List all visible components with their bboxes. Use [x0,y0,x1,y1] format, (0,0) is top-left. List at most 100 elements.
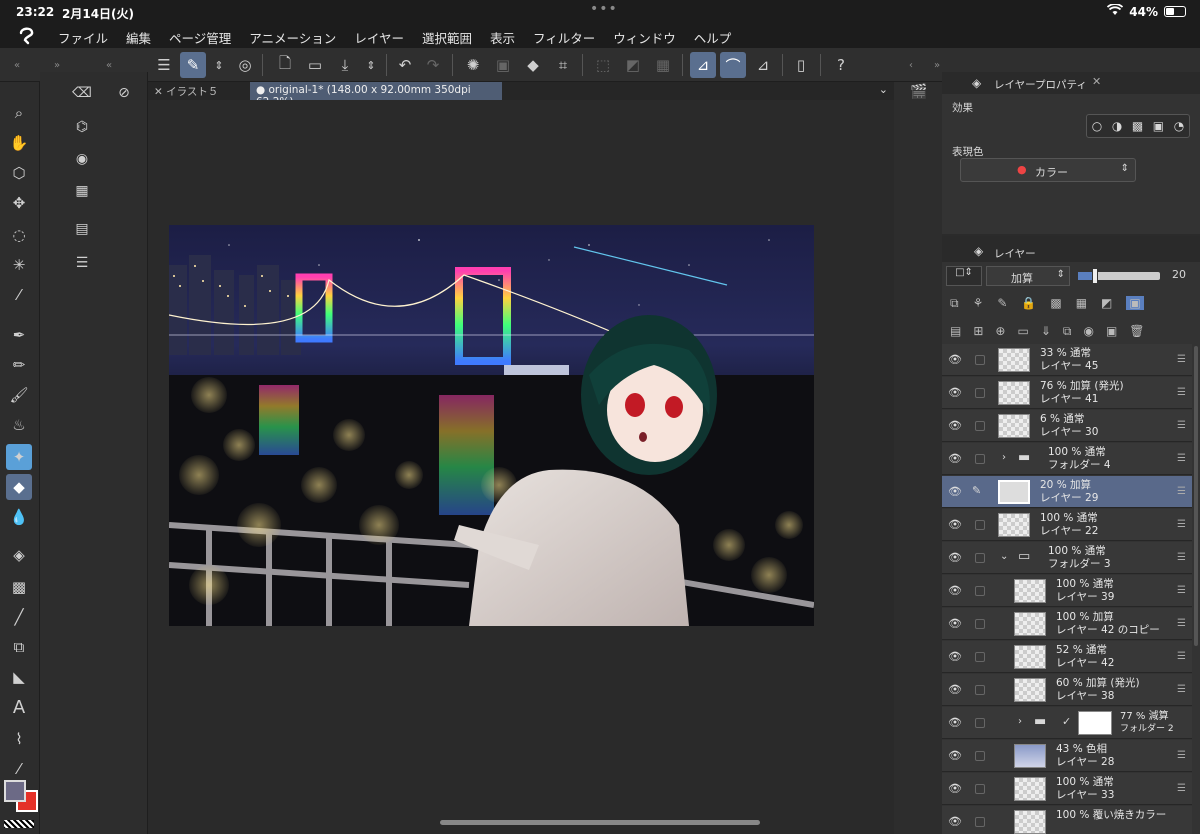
menu-selection[interactable]: 選択範囲 [422,28,472,47]
menu-layer[interactable]: レイヤー [354,28,404,47]
undo-icon[interactable]: ↶ [392,52,418,78]
eyedropper-small-icon[interactable]: ⁄ [6,756,32,782]
fill-icon[interactable]: ◆ [520,52,546,78]
layer-checkbox[interactable] [975,784,985,794]
layer-row[interactable]: 👁 43 % 色相 レイヤー 28 ☰ [942,740,1192,772]
menu-file[interactable]: ファイル [58,28,108,47]
menu-help[interactable]: ヘルプ [694,28,732,47]
mask-icon[interactable]: ▦ [1076,296,1087,310]
eye-icon[interactable]: 👁 [948,419,962,433]
layer-menu-icon[interactable]: ☰ [1177,651,1186,662]
merge-down-icon[interactable]: ⧉ [1063,324,1072,339]
layer-row[interactable]: 👁 100 % 通常 レイヤー 39 ☰ [942,575,1192,607]
blend-mode-select[interactable]: 加算 ⇕ [986,266,1070,286]
opacity-slider[interactable] [1078,268,1160,284]
rough-eraser-icon[interactable]: ▦ [70,180,94,202]
layer-checkbox[interactable] [975,355,985,365]
effect-border-icon[interactable]: ○ [1092,119,1102,133]
transparent-color-swatch[interactable] [4,820,34,828]
brush-tool-icon[interactable]: 🖌 [6,382,32,408]
layer-menu-icon[interactable]: ☰ [1177,354,1186,365]
effect-tone-icon[interactable]: ▩ [1132,119,1143,133]
layer-checkbox[interactable] [975,652,985,662]
layer-menu-icon[interactable]: ☰ [1177,750,1186,761]
ruler-snap-icon[interactable]: ⊿ [690,52,716,78]
tab-illust5[interactable]: ✕ イラスト５ [148,82,250,100]
transfer-down-icon[interactable]: ⇓ [1041,324,1051,338]
layer-menu-icon[interactable]: ☰ [1177,420,1186,431]
layer-row[interactable]: 👁 33 % 通常 レイヤー 45 ☰ [942,344,1192,376]
layer-row[interactable]: 👁 76 % 加算 (発光) レイヤー 41 ☰ [942,377,1192,409]
ref-layer-icon[interactable]: ⚘ [973,296,984,310]
tabs-dropdown-icon[interactable]: ⌄ [879,83,888,96]
collapse-right-icon[interactable]: ‹ [898,52,924,78]
layer-settings-icon[interactable]: ▤ [950,324,961,338]
eye-icon[interactable]: 👁 [948,716,962,730]
eye-icon[interactable]: 👁 [948,683,962,697]
menu-filter[interactable]: フィルター [533,28,595,47]
fill-tool-icon[interactable]: ◈ [6,542,32,568]
edit-mode-icon[interactable]: ✎ [180,52,206,78]
hamburger-menu-icon[interactable]: ☰ [151,52,177,78]
decoration-tool-icon[interactable]: ✦ [6,444,32,470]
layer-row[interactable]: 👁 6 % 通常 レイヤー 30 ☰ [942,410,1192,442]
folder-row-open[interactable]: 👁 ⌄ ▭ 100 % 通常 フォルダー 3 ☰ [942,542,1192,574]
eyedropper-tool-icon[interactable]: ⁄ [6,282,32,308]
special-ruler-snap-icon[interactable]: ⌒ [720,52,746,78]
chevron-right-icon[interactable]: › [1002,452,1006,463]
layer-eraser-icon[interactable]: ▤ [70,218,94,240]
collapse-left-icon[interactable]: « [4,52,30,78]
eye-icon[interactable]: 👁 [948,815,962,829]
object-tool-icon[interactable]: ⬡ [6,160,32,186]
vector-eraser-icon[interactable]: ⌬ [70,116,94,138]
main-color-swatch[interactable] [4,780,26,802]
help-icon[interactable]: ? [828,52,854,78]
new-folder-icon[interactable]: ▭ [1017,324,1028,338]
move-tool-icon[interactable]: ✥ [6,190,32,216]
hard-eraser-icon[interactable]: ⌫ [70,82,94,104]
eraser-tool-icon[interactable]: ◆ [6,474,32,500]
eye-icon[interactable]: 👁 [948,518,962,532]
pencil-tool-icon[interactable]: ✏ [6,352,32,378]
menu-view[interactable]: 表示 [490,28,515,47]
clip-icon[interactable]: ⧉ [950,296,959,311]
device-icon[interactable]: ▯ [788,52,814,78]
eye-icon[interactable]: 👁 [948,485,962,499]
eye-icon[interactable]: 👁 [948,749,962,763]
apply-mask-icon[interactable]: ▣ [1106,324,1117,338]
app-logo-icon[interactable] [16,25,38,45]
tab-original[interactable]: ● original-1* (148.00 x 92.00mm 350dpi 6… [250,82,502,108]
eye-icon[interactable]: 👁 [948,353,962,367]
grid-snap-icon[interactable]: ⊿ [750,52,776,78]
select-all-icon[interactable]: ▦ [650,52,676,78]
layer-checkbox[interactable] [975,520,985,530]
lock-icon[interactable]: 🔒 [1021,296,1036,310]
home-indicator[interactable] [440,820,760,825]
effect-layer-color-icon[interactable]: ▣ [1153,119,1164,133]
layer-menu-icon[interactable]: ☰ [1177,387,1186,398]
layer-checkbox[interactable] [975,718,985,728]
correct-line-tool-icon[interactable]: ⌇ [6,726,32,752]
new-raster-layer-icon[interactable]: ⊞ [973,324,983,338]
magic-wand-tool-icon[interactable]: ✳ [6,252,32,278]
menu-animation[interactable]: アニメーション [249,28,336,47]
balloon-tool-icon[interactable]: ◣ [6,664,32,690]
blend-tool-icon[interactable]: 💧 [6,504,32,530]
open-folder-icon[interactable]: ▭ [302,52,328,78]
layer-checkbox[interactable] [975,388,985,398]
deselect-icon[interactable]: ⬚ [590,52,616,78]
airbrush-tool-icon[interactable]: ♨ [6,412,32,438]
invert-selection-icon[interactable]: ◩ [620,52,646,78]
layer-color-icon[interactable]: ▣ [1126,296,1144,310]
folder-row[interactable]: 👁 › ▬ ✓ 77 % 減算 フォルダー 2 [942,707,1192,739]
layer-checkbox[interactable] [975,619,985,629]
sub-tool-list-icon[interactable]: ☰ [70,252,94,274]
animation-icon[interactable]: 🎬 [910,84,927,100]
crop-icon[interactable]: ⌗ [550,52,576,78]
menu-window[interactable]: ウィンドウ [613,28,676,47]
new-file-icon[interactable]: 🗋 [272,52,298,78]
eye-icon[interactable]: 👁 [948,650,962,664]
layer-checkbox[interactable] [975,685,985,695]
layer-row[interactable]: 👁 100 % 加算 レイヤー 42 のコピー ☰ [942,608,1192,640]
effect-watercolor-icon[interactable]: ◑ [1112,119,1122,133]
